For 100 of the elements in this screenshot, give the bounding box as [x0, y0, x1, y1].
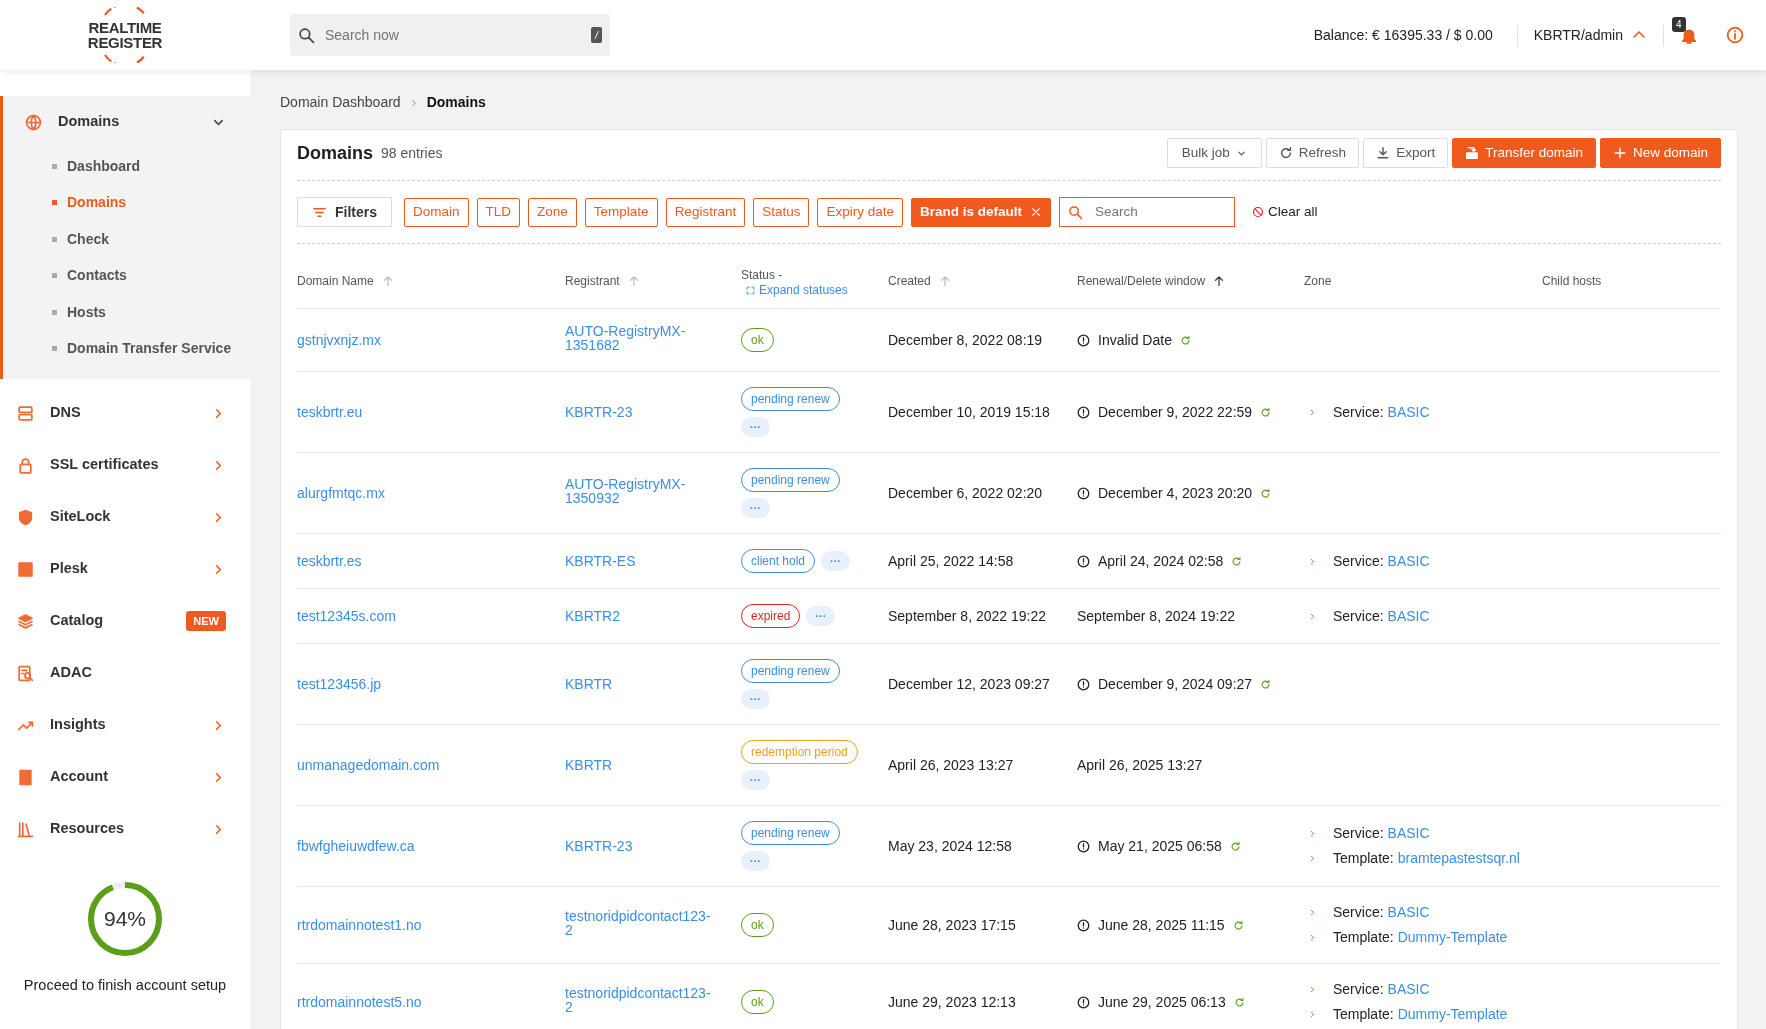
domain-link[interactable]: rtrdomainnotest5.no [297, 993, 422, 1010]
menu-item[interactable]: DNS [0, 387, 250, 439]
expand-chevron-icon[interactable] [1308, 407, 1317, 417]
zone-label: Template: [1333, 849, 1394, 868]
submenu-item[interactable]: Contacts [3, 257, 250, 294]
filter-chip[interactable]: Template [584, 197, 658, 227]
registrant-link[interactable]: testnoridpidcontact123-2 [565, 986, 717, 1014]
filter-chip[interactable]: Registrant [665, 197, 746, 227]
menu-item[interactable]: ADAC [0, 647, 250, 699]
new-domain-button[interactable]: New domain [1599, 138, 1721, 168]
filter-chip[interactable]: Zone [528, 197, 577, 227]
submenu-item[interactable]: Domain Transfer Service [3, 330, 250, 367]
filter-chip[interactable]: Expiry date [817, 197, 903, 227]
breadcrumb-item[interactable]: Domain Dashboard [280, 92, 401, 113]
search-bar[interactable]: Search now / [290, 14, 610, 56]
domain-link[interactable]: unmanagedomain.com [297, 756, 440, 773]
registrant-link[interactable]: KBRTR-23 [565, 838, 633, 853]
registrant-link[interactable]: KBRTR-23 [565, 404, 633, 419]
expand-chevron-icon[interactable] [1308, 985, 1317, 994]
renewal-date: December 4, 2023 20:20 [1098, 483, 1253, 503]
expand-chevron-icon[interactable] [1308, 1010, 1317, 1019]
refresh-icon [1260, 406, 1272, 418]
filter-search-bar[interactable]: Search [1059, 197, 1235, 227]
filter-chip[interactable]: TLD [476, 197, 521, 227]
zone-link[interactable]: BASIC [1387, 902, 1430, 923]
domain-link[interactable]: teskbrtr.es [297, 552, 362, 569]
zone-link[interactable]: Dummy-Template [1397, 927, 1508, 948]
ban-icon [1252, 206, 1264, 218]
expand-statuses-link[interactable]: Expand statuses [741, 284, 888, 296]
refresh-button[interactable]: Refresh [1265, 138, 1360, 168]
filters-button[interactable]: Filters [297, 197, 392, 227]
lock-icon [17, 456, 34, 474]
filter-chip[interactable]: Status [753, 197, 810, 227]
domain-link[interactable]: test123456.jp [297, 675, 382, 692]
renewal-date: April 26, 2025 13:27 [1077, 755, 1203, 775]
menu-item[interactable]: Resources [0, 803, 250, 855]
registrant-link[interactable]: KBRTR [565, 757, 613, 772]
submenu-item[interactable]: Check [3, 221, 250, 258]
dropdown-button[interactable]: Bulk job [1166, 138, 1262, 168]
menu-item[interactable]: Account [0, 751, 250, 803]
expand-chevron-icon[interactable] [1308, 933, 1317, 942]
registrant-link[interactable]: KBRTR2 [565, 608, 620, 623]
filter-chip[interactable]: Domain [404, 197, 469, 227]
domain-link[interactable]: fbwfgheiuwdfew.ca [297, 837, 415, 854]
user-menu[interactable]: KBRTR/admin [1516, 23, 1664, 47]
status-badge: pending renew [741, 821, 840, 845]
registrant-link[interactable]: AUTO-RegistryMX-1351682 [565, 324, 717, 352]
zone-link[interactable]: bramtepastestsqr.nl [1397, 848, 1520, 869]
more-statuses-button[interactable]: ··· [821, 551, 851, 571]
status-badge: ok [741, 913, 774, 937]
expand-chevron-icon[interactable] [1308, 556, 1317, 566]
registrant-link[interactable]: AUTO-RegistryMX-1350932 [565, 477, 717, 505]
expand-chevron-icon[interactable] [1308, 908, 1317, 917]
status-badge: ok [741, 990, 774, 1014]
transfer-button[interactable]: Transfer domain [1452, 138, 1596, 168]
zone-link[interactable]: Dummy-Template [1397, 1004, 1508, 1025]
more-statuses-button[interactable]: ··· [741, 417, 770, 437]
search-field[interactable]: Search now [323, 23, 583, 47]
menu-item[interactable]: Catalog NEW [0, 595, 250, 647]
menu-item[interactable]: Insights [0, 699, 250, 751]
registrant-link[interactable]: KBRTR-ES [565, 553, 636, 568]
domain-link[interactable]: rtrdomainnotest1.no [297, 916, 422, 933]
renewal-date: April 24, 2024 02:58 [1098, 551, 1224, 571]
menu-item[interactable]: Domains [3, 96, 250, 148]
zone-link[interactable]: BASIC [1387, 823, 1430, 844]
submenu-item[interactable]: Hosts [3, 294, 250, 331]
menu-item[interactable]: SSL certificates [0, 439, 250, 491]
zone-link[interactable]: BASIC [1387, 979, 1430, 1000]
expand-chevron-icon[interactable] [1308, 829, 1317, 838]
more-statuses-button[interactable]: ··· [806, 606, 836, 626]
domain-link[interactable]: test12345s.com [297, 607, 396, 624]
column-header[interactable]: Registrant [565, 272, 640, 290]
registrant-link[interactable]: KBRTR [565, 676, 613, 691]
domain-link[interactable]: gstnjvxnjz.mx [297, 331, 382, 348]
column-header[interactable]: Created [888, 272, 951, 290]
more-statuses-button[interactable]: ··· [741, 689, 770, 709]
expand-chevron-icon[interactable] [1308, 611, 1317, 621]
submenu-item[interactable]: Dashboard [3, 148, 250, 185]
export-button[interactable]: Export [1363, 138, 1449, 168]
registrant-link[interactable]: testnoridpidcontact123-2 [565, 909, 717, 937]
more-statuses-button[interactable]: ··· [741, 770, 770, 790]
column-header[interactable]: Renewal/Delete window [1077, 272, 1226, 290]
more-statuses-button[interactable]: ··· [741, 498, 770, 518]
logo-text: REALTIME REGISTER [87, 20, 163, 50]
domain-link[interactable]: teskbrtr.eu [297, 403, 363, 420]
logo-arc-icon [103, 7, 147, 16]
zone-link[interactable]: BASIC [1387, 401, 1430, 423]
domain-link[interactable]: alurgfmtqc.mx [297, 484, 385, 501]
column-header[interactable]: Domain Name [297, 272, 394, 290]
submenu-item[interactable]: Domains [3, 184, 250, 221]
menu-item[interactable]: SiteLock [0, 491, 250, 543]
expand-chevron-icon[interactable] [1308, 854, 1317, 863]
zone-link[interactable]: BASIC [1387, 550, 1430, 572]
zone-link[interactable]: BASIC [1387, 605, 1430, 627]
filter-chip[interactable]: Brand is default [911, 197, 1051, 227]
clear-all-link[interactable]: Clear all [1251, 200, 1319, 224]
info-icon[interactable] [1726, 26, 1744, 44]
status-badge: redemption period [741, 740, 858, 764]
more-statuses-button[interactable]: ··· [741, 851, 770, 871]
menu-item[interactable]: Plesk [0, 543, 250, 595]
